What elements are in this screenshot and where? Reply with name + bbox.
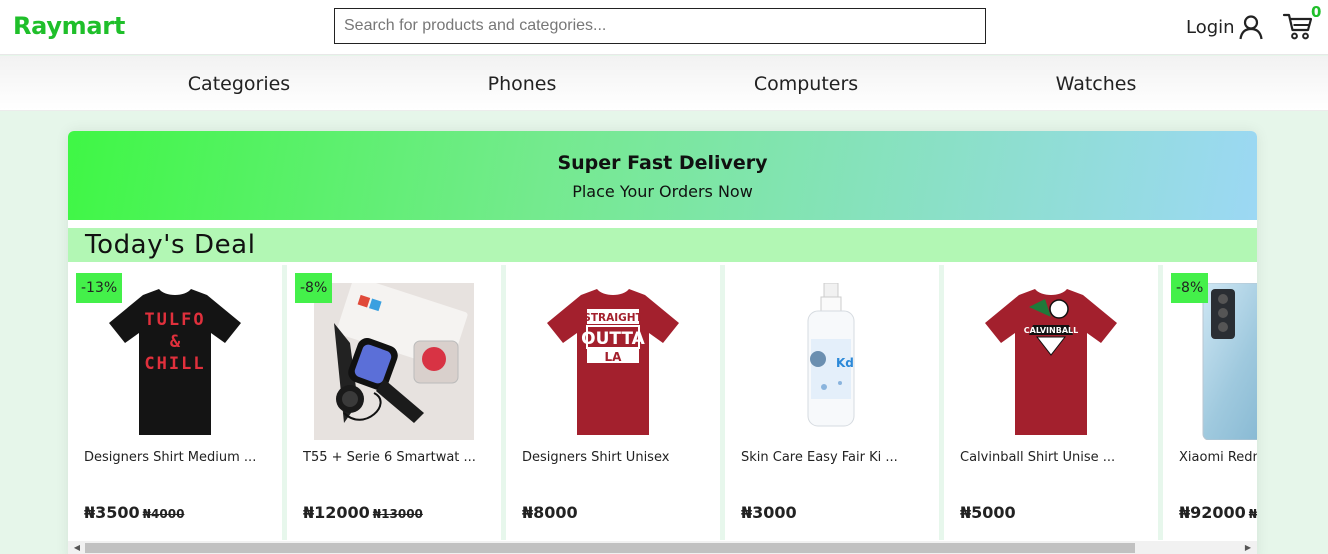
svg-text:STRAIGHT: STRAIGHT: [583, 312, 643, 324]
product-price: ₦92000₦9: [1179, 503, 1257, 522]
cart-count-badge: 0: [1311, 3, 1322, 21]
current-price: ₦3500: [84, 503, 140, 522]
login-button[interactable]: Login: [1186, 14, 1264, 40]
product-name: Xiaomi Redmi: [1179, 450, 1257, 465]
header: Raymart Login 0: [0, 0, 1328, 55]
current-price: ₦3000: [741, 503, 797, 522]
banner-subtitle: Place Your Orders Now: [572, 182, 753, 201]
product-name: Designers Shirt Unisex: [522, 450, 670, 465]
product-name: Designers Shirt Medium ...: [84, 450, 257, 465]
product-image: TULFO & CHILL: [95, 283, 255, 440]
scrollbar-thumb[interactable]: [85, 543, 1135, 553]
product-name: Skin Care Easy Fair Ki ...: [741, 450, 898, 465]
nav-item-computers[interactable]: Computers: [754, 73, 858, 95]
product-name: T55 + Serie 6 Smartwat ...: [303, 450, 476, 465]
product-image: Kd: [752, 283, 912, 440]
scroll-left-arrow-icon[interactable]: ◀: [70, 541, 84, 554]
product-price: ₦8000: [522, 503, 578, 522]
logo[interactable]: Raymart: [13, 12, 125, 40]
discount-badge: -13%: [76, 273, 123, 303]
delivery-banner: Super Fast Delivery Place Your Orders No…: [68, 131, 1257, 220]
product-price: ₦12000 ₦13000: [303, 503, 423, 522]
banner-title: Super Fast Delivery: [557, 152, 768, 174]
user-icon: [1238, 14, 1264, 40]
product-image: [1201, 283, 1257, 440]
category-nav: Categories Phones Computers Watches: [0, 56, 1328, 111]
svg-text:CHILL: CHILL: [144, 354, 205, 374]
section-title: Today's Deal: [85, 230, 256, 260]
current-price: ₦92000: [1179, 503, 1246, 522]
svg-text:&: &: [170, 332, 181, 352]
product-card[interactable]: -8% T55 + Serie 6 Smartwat ... ₦12000 ₦13…: [287, 265, 501, 540]
cart-icon: [1282, 13, 1314, 46]
current-price: ₦5000: [960, 503, 1016, 522]
svg-text:CALVINBALL: CALVINBALL: [1024, 326, 1078, 335]
old-price: ₦9: [1248, 507, 1257, 521]
product-price: ₦3500 ₦4000: [84, 503, 184, 522]
old-price: ₦4000: [142, 507, 185, 521]
current-price: ₦8000: [522, 503, 578, 522]
svg-text:TULFO: TULFO: [144, 310, 205, 330]
product-image: CALVINBALL: [971, 283, 1131, 440]
product-card[interactable]: -8% Xiaomi Redmi ₦92000₦9: [1163, 265, 1257, 540]
discount-badge: -8%: [295, 273, 333, 303]
product-name: Calvinball Shirt Unise ...: [960, 450, 1116, 465]
product-price: ₦3000: [741, 503, 797, 522]
search-input[interactable]: [334, 8, 986, 44]
old-price: ₦13000: [372, 507, 423, 521]
scroll-right-arrow-icon[interactable]: ▶: [1241, 541, 1255, 554]
product-price: ₦5000: [960, 503, 1016, 522]
product-carousel[interactable]: TULFO & CHILL -13% Designers Shirt Mediu…: [68, 265, 1257, 540]
todays-deal-header: Today's Deal: [68, 228, 1257, 262]
product-image: STRAIGHT OUTTA LA: [533, 283, 693, 440]
nav-item-watches[interactable]: Watches: [1056, 73, 1137, 95]
product-image: [314, 283, 474, 440]
product-card[interactable]: CALVINBALL Calvinball Shirt Unise ... ₦5…: [944, 265, 1158, 540]
product-card[interactable]: STRAIGHT OUTTA LA Designers Shirt Unisex…: [506, 265, 720, 540]
product-card[interactable]: TULFO & CHILL -13% Designers Shirt Mediu…: [68, 265, 282, 540]
svg-text:Kd: Kd: [836, 356, 854, 370]
svg-text:LA: LA: [605, 350, 623, 364]
product-card[interactable]: Kd Skin Care Easy Fair Ki ... ₦3000: [725, 265, 939, 540]
main-content: Super Fast Delivery Place Your Orders No…: [68, 131, 1257, 554]
discount-badge: -8%: [1171, 273, 1209, 303]
svg-text:OUTTA: OUTTA: [581, 329, 646, 349]
login-label: Login: [1186, 16, 1235, 38]
nav-item-phones[interactable]: Phones: [488, 73, 557, 95]
current-price: ₦12000: [303, 503, 370, 522]
nav-item-categories[interactable]: Categories: [188, 73, 290, 95]
horizontal-scrollbar[interactable]: ◀ ▶: [68, 541, 1257, 554]
